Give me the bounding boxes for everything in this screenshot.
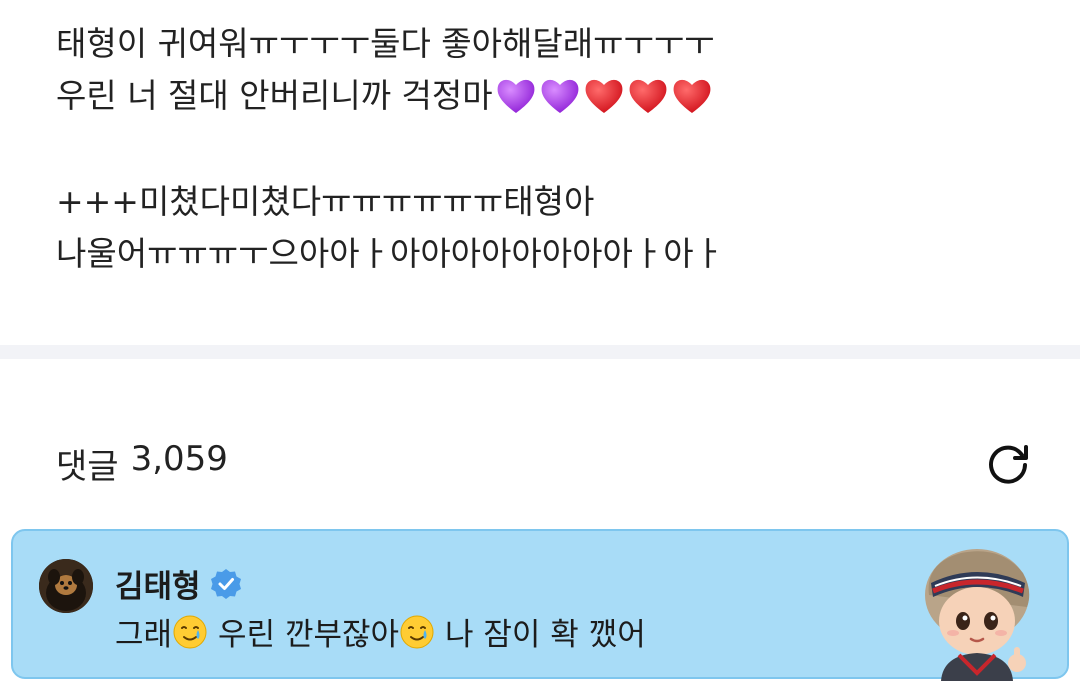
avatar[interactable] (39, 559, 93, 613)
post-text-line-1: 태형이 귀여워ㅠㅜㅜㅜ둘다 좋아해달래ㅠㅜㅜㅜ (56, 24, 715, 63)
post-text-line-3: +++미쳤다미쳤다ㅠㅠㅠㅠㅠㅠ태형아 (56, 182, 595, 221)
comments-header: 댓글 3,059 (56, 436, 1036, 490)
red-heart-icon (673, 79, 711, 113)
author-row: 김태형 (115, 561, 243, 606)
character-sticker-icon (925, 549, 1030, 681)
comments-title: 댓글 3,059 (56, 439, 228, 488)
author-name[interactable]: 김태형 (115, 561, 201, 606)
smiling-face-with-tear-icon (400, 615, 434, 648)
comments-count: 3,059 (130, 438, 228, 479)
refresh-button[interactable] (980, 435, 1036, 491)
section-divider (0, 345, 1080, 359)
comments-label: 댓글 (56, 446, 119, 487)
verified-badge-icon (210, 568, 241, 599)
smiling-face-with-tear-icon (173, 615, 207, 648)
post-text-line-4: 나울어ㅠㅠㅠㅜ으아아ㅏ아아아아아아아아ㅏ아ㅏ (56, 234, 724, 273)
red-heart-icon (585, 79, 623, 113)
purple-heart-icon (541, 79, 579, 113)
refresh-icon (989, 445, 1028, 484)
post-spacer (56, 122, 1046, 176)
dog-avatar-icon (39, 559, 93, 613)
comment-text-part-3: 나 잠이 확 깼어 (445, 617, 646, 653)
post-text-line-2-text: 우린 너 절대 안버리니까 걱정마 (56, 76, 493, 115)
red-heart-icon (629, 79, 667, 113)
comment-text-part-1: 그래 (115, 617, 173, 653)
comment-text: 그래 우린 깐부잖아 나 잠이 확 깼어 (115, 609, 646, 654)
pinned-comment-card[interactable]: 김태형 그래 우린 깐부잖아 나 잠이 확 깼어 (11, 529, 1069, 681)
post-body: 태형이 귀여워ㅠㅜㅜㅜ둘다 좋아해달래ㅠㅜㅜㅜ 우린 너 절대 안버리니까 걱정… (56, 18, 1046, 280)
post-text-line-2: 우린 너 절대 안버리니까 걱정마 (56, 70, 1046, 122)
purple-heart-icon (497, 79, 535, 113)
comment-text-part-2: 우린 깐부잖아 (218, 617, 400, 653)
